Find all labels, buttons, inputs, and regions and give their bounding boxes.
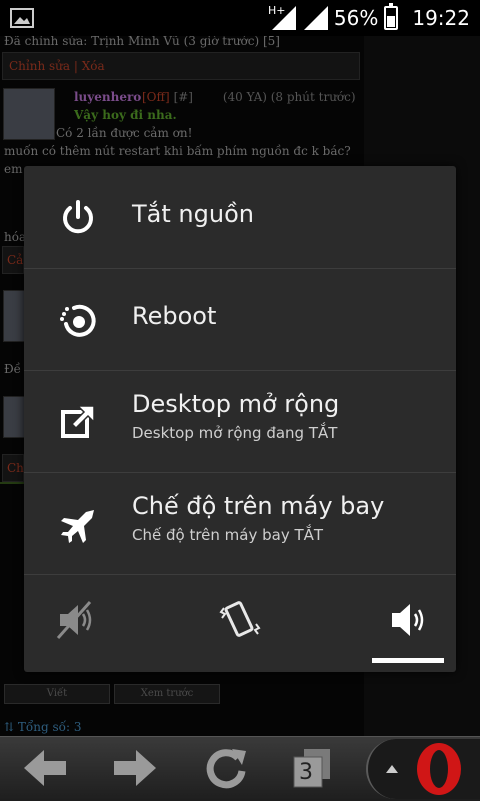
battery-percent: 56% xyxy=(333,6,379,30)
power-off-label: Tắt nguồn xyxy=(132,200,254,228)
post-username[interactable]: luyenhero xyxy=(74,90,141,104)
selected-sound-indicator xyxy=(372,658,444,663)
post-text-1: muốn có thêm nút restart khi bấm phím ng… xyxy=(4,144,351,158)
preview-button[interactable]: Xem trước xyxy=(114,684,220,704)
write-button[interactable]: Viết xyxy=(4,684,110,704)
expanded-desktop-status: Desktop mở rộng đang TẮT xyxy=(132,424,338,442)
avatar[interactable] xyxy=(3,88,55,140)
post-actions-bar-2: Cả xyxy=(2,246,24,274)
opera-logo-icon xyxy=(417,743,461,795)
expanded-desktop-label: Desktop mở rộng xyxy=(132,390,340,418)
post-status: [Off] xyxy=(142,90,170,104)
avatar[interactable] xyxy=(3,396,25,438)
airplane-icon xyxy=(61,510,94,543)
power-options-dialog: Tắt nguồn Reboot Desktop mở rộng Desktop… xyxy=(24,166,456,672)
forward-arrow-icon[interactable] xyxy=(106,743,162,793)
tab-count: 3 xyxy=(299,760,313,785)
sort-arrows-icon: ⇅ xyxy=(4,720,15,734)
network-type-label: H+ xyxy=(268,4,286,17)
post-actions-bar-3: Chi xyxy=(2,454,28,482)
fragment-2: Đề xyxy=(4,362,22,376)
post-meta: (40 YA) (8 phút trước) xyxy=(222,90,356,104)
thanks-line: Có 2 lần được cảm ơn! xyxy=(56,126,193,140)
opera-menu-button[interactable] xyxy=(366,739,480,799)
wifi-signal-icon xyxy=(303,6,328,30)
expand-desktop-icon xyxy=(61,405,95,438)
image-notification-icon xyxy=(10,8,34,28)
post-text-3: hóa xyxy=(4,230,27,244)
reboot-item[interactable]: Reboot xyxy=(24,268,456,371)
power-off-item[interactable]: Tắt nguồn xyxy=(24,166,456,269)
delete-link[interactable]: Xóa xyxy=(82,59,105,73)
fragment-1: Cả xyxy=(7,253,24,267)
edited-line: Đã chỉnh sửa: Trịnh Minh Vũ (3 giờ trước… xyxy=(4,36,280,48)
browser-nav-bar: 3 xyxy=(0,736,480,801)
reload-icon[interactable] xyxy=(198,743,254,793)
battery-icon xyxy=(384,3,399,30)
post-hash[interactable]: [#] xyxy=(174,90,193,104)
tabs-button[interactable]: 3 xyxy=(290,747,334,789)
reboot-label: Reboot xyxy=(132,302,217,330)
back-arrow-icon[interactable] xyxy=(18,743,74,793)
airplane-mode-label: Chế độ trên máy bay xyxy=(132,492,385,520)
reboot-icon xyxy=(60,304,96,337)
status-bar: H+ 56% 19:22 xyxy=(0,0,480,36)
vibrate-mode-icon[interactable] xyxy=(216,598,264,642)
total-count: ⇅ Tổng số: 3 xyxy=(4,720,82,734)
airplane-mode-item[interactable]: Chế độ trên máy bay Chế độ trên máy bay … xyxy=(24,472,456,575)
menu-up-arrow-icon xyxy=(386,765,398,773)
silent-mode-icon[interactable] xyxy=(54,598,102,642)
avatar[interactable] xyxy=(3,290,25,342)
post-actions-bar: Chỉnh sửa | Xóa xyxy=(2,52,360,80)
signal-icon: H+ xyxy=(268,4,296,30)
sound-on-icon[interactable] xyxy=(386,598,434,642)
airplane-mode-status: Chế độ trên máy bay TẮT xyxy=(132,526,324,544)
edit-link[interactable]: Chỉnh sửa xyxy=(9,59,70,73)
power-icon xyxy=(63,200,93,234)
post-quote: Vậy hoy đi nha. xyxy=(74,108,177,122)
clock: 19:22 xyxy=(412,6,470,30)
expanded-desktop-item[interactable]: Desktop mở rộng Desktop mở rộng đang TẮT xyxy=(24,370,456,473)
post-text-2: em xyxy=(4,162,23,176)
